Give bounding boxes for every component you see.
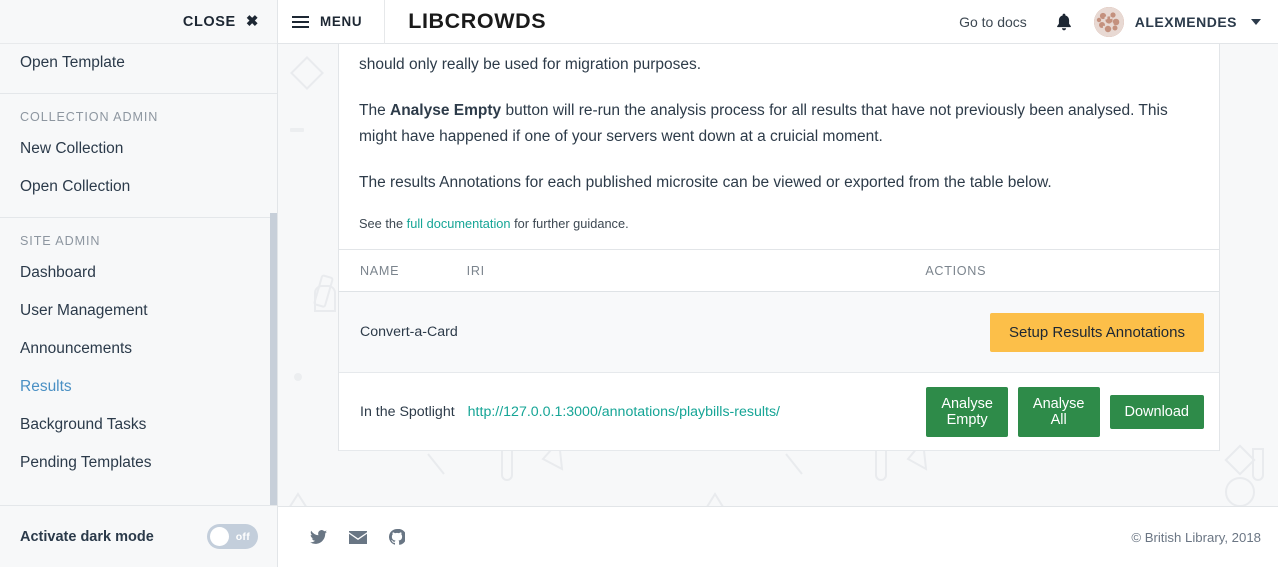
action-button-group: Setup Results Annotations xyxy=(926,312,1204,352)
analyse-empty-emphasis: Analyse Empty xyxy=(390,102,502,119)
github-icon[interactable] xyxy=(389,529,405,545)
note-suffix: for further guidance. xyxy=(510,216,629,231)
sidebar-item-background-tasks[interactable]: Background Tasks xyxy=(0,406,277,444)
dark-mode-label: Activate dark mode xyxy=(20,528,154,545)
cell-actions: Analyse Empty Analyse All Download xyxy=(925,372,1219,451)
table-row: Convert-a-Card Setup Results Annotations xyxy=(339,291,1219,373)
cell-iri: http://127.0.0.1:3000/annotations/playbi… xyxy=(466,372,926,451)
paragraph-text: The xyxy=(359,102,391,119)
analyse-all-button[interactable]: Analyse All xyxy=(1017,386,1100,437)
table-row: In the Spotlight http://127.0.0.1:3000/a… xyxy=(339,372,1219,451)
user-avatar xyxy=(1093,6,1124,37)
sidebar-item-user-management[interactable]: User Management xyxy=(0,292,277,330)
social-links xyxy=(310,529,405,545)
navbar: MENU LIBCROWDS Go to docs ALEXMENDES xyxy=(278,0,1278,44)
toggle-state-label: off xyxy=(235,530,250,543)
sidebar-group-collection-admin: COLLECTION ADMIN xyxy=(20,110,159,124)
close-x-icon: ✖ xyxy=(245,13,259,30)
menu-label: MENU xyxy=(320,14,363,29)
chevron-down-icon xyxy=(1251,18,1261,25)
user-menu[interactable]: ALEXMENDES xyxy=(1088,6,1261,37)
close-sidebar-button[interactable]: CLOSE ✖ xyxy=(183,14,259,30)
sidebar-item-pending-templates[interactable]: Pending Templates xyxy=(0,444,277,482)
copyright-text: © British Library, 2018 xyxy=(1131,529,1261,545)
cell-name: In the Spotlight xyxy=(339,372,467,451)
analyse-empty-button[interactable]: Analyse Empty xyxy=(926,386,1008,437)
column-header-name: NAME xyxy=(339,249,467,292)
sidebar: CLOSE ✖ Open Template COLLECTION ADMIN N… xyxy=(0,0,278,567)
main-area: MENU LIBCROWDS Go to docs ALEXMENDES sho… xyxy=(278,0,1278,567)
paragraph-text: The results Annotations for each publish… xyxy=(359,174,1052,191)
page-footer: © British Library, 2018 xyxy=(278,506,1278,567)
sidebar-item-open-collection[interactable]: Open Collection xyxy=(0,168,277,206)
sidebar-header: CLOSE ✖ xyxy=(0,0,277,44)
close-sidebar-label: CLOSE xyxy=(182,13,236,30)
sidebar-divider-1 xyxy=(0,93,277,94)
full-documentation-link[interactable]: full documentation xyxy=(407,216,511,231)
sidebar-item-announcements[interactable]: Announcements xyxy=(0,330,277,368)
documentation-note: See the full documentation for further g… xyxy=(359,216,1199,249)
table-head: NAME IRI ACTIONS xyxy=(339,249,1219,292)
results-table: NAME IRI ACTIONS Convert-a-Card Setup Re… xyxy=(339,249,1219,451)
sidebar-footer: Activate dark mode off xyxy=(0,505,277,567)
paragraph-text: should only really be used for migration… xyxy=(359,56,702,73)
menu-button[interactable]: MENU xyxy=(278,0,386,44)
table-header-row: NAME IRI ACTIONS xyxy=(339,249,1219,292)
app-root: CLOSE ✖ Open Template COLLECTION ADMIN N… xyxy=(0,0,1278,567)
action-button-group: Analyse Empty Analyse All Download xyxy=(926,386,1204,437)
hamburger-icon xyxy=(292,15,309,28)
twitter-icon[interactable] xyxy=(310,529,327,545)
iri-link[interactable]: http://127.0.0.1:3000/annotations/playbi… xyxy=(468,404,780,420)
intro-paragraph-2: The Analyse Empty button will re-run the… xyxy=(359,98,1199,150)
sidebar-item-open-template[interactable]: Open Template xyxy=(0,44,277,82)
go-to-docs-link[interactable]: Go to docs xyxy=(946,14,1040,30)
setup-results-annotations-button[interactable]: Setup Results Annotations xyxy=(990,312,1204,352)
sidebar-scrollbar[interactable] xyxy=(270,213,277,522)
results-card: should only really be used for migration… xyxy=(338,44,1220,451)
column-header-iri: IRI xyxy=(466,249,926,292)
sidebar-divider-2 xyxy=(0,217,277,218)
intro-paragraph-1: should only really be used for migration… xyxy=(359,44,1199,78)
sidebar-item-results[interactable]: Results xyxy=(0,368,277,406)
brand-logo[interactable]: LIBCROWDS xyxy=(385,9,546,34)
intro-paragraph-3: The results Annotations for each publish… xyxy=(359,170,1199,196)
card-body: should only really be used for migration… xyxy=(339,44,1219,249)
sidebar-scroll-area: Open Template COLLECTION ADMIN New Colle… xyxy=(0,44,277,567)
table-body: Convert-a-Card Setup Results Annotations… xyxy=(339,291,1219,451)
download-button[interactable]: Download xyxy=(1109,394,1204,429)
toggle-knob xyxy=(210,527,229,546)
navbar-right: Go to docs ALEXMENDES xyxy=(946,6,1278,37)
sidebar-group-site-admin: SITE ADMIN xyxy=(20,234,101,248)
column-header-actions: ACTIONS xyxy=(925,249,1219,292)
note-prefix: See the xyxy=(359,216,407,231)
sidebar-item-new-collection[interactable]: New Collection xyxy=(0,130,277,168)
dark-mode-toggle[interactable]: off xyxy=(207,524,258,549)
notification-bell-icon[interactable] xyxy=(1040,13,1088,31)
sidebar-item-dashboard[interactable]: Dashboard xyxy=(0,254,277,292)
cell-name: Convert-a-Card xyxy=(339,291,467,373)
content-wrapper: should only really be used for migration… xyxy=(278,44,1278,567)
cell-actions: Setup Results Annotations xyxy=(925,291,1219,373)
user-name: ALEXMENDES xyxy=(1134,13,1237,30)
email-icon[interactable] xyxy=(349,530,367,544)
cell-iri xyxy=(466,291,926,373)
